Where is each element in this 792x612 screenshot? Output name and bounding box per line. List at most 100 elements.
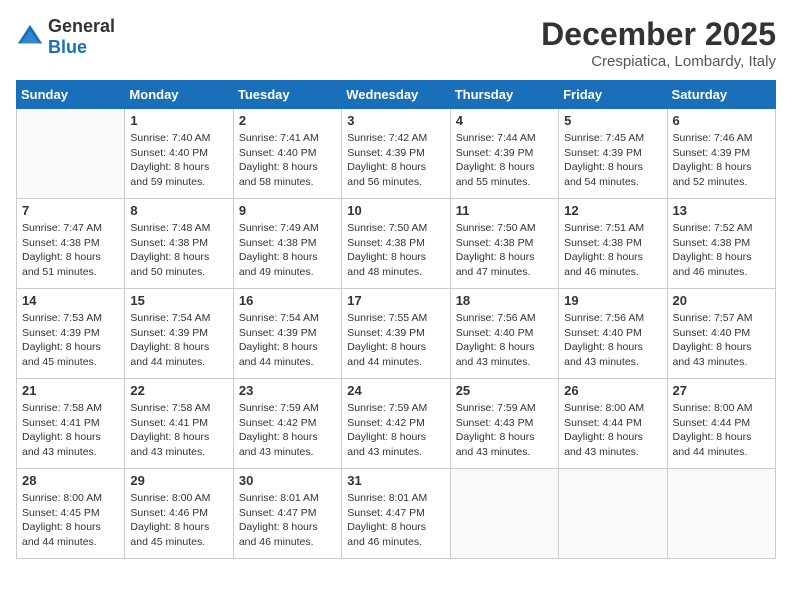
day-info: Sunrise: 7:54 AM Sunset: 4:39 PM Dayligh… [130, 311, 227, 370]
logo-general: General [48, 16, 115, 36]
logo-icon [16, 23, 44, 51]
calendar-cell: 12Sunrise: 7:51 AM Sunset: 4:38 PM Dayli… [559, 199, 667, 289]
calendar-cell [17, 109, 125, 199]
calendar-cell: 6 Sunrise: 7:46 AM Sunset: 4:39 PM Daylig… [667, 109, 775, 199]
day-number: 14 [22, 293, 119, 308]
calendar-cell: 31 Sunrise: 8:01 AM Sunset: 4:47 PM Dayli… [342, 469, 450, 559]
day-info: Sunrise: 7:45 AM Sunset: 4:39 PM Dayligh… [564, 131, 661, 190]
day-number: 15 [130, 293, 227, 308]
calendar-cell: 16 Sunrise: 7:54 AM Sunset: 4:39 PM Dayli… [233, 289, 341, 379]
calendar-cell: 10 Sunrise: 7:50 AM Sunset: 4:38 PM Dayli… [342, 199, 450, 289]
calendar-cell: 13 Sunrise: 7:52 AM Sunset: 4:38 PM Dayli… [667, 199, 775, 289]
calendar-body: 1 Sunrise: 7:40 AM Sunset: 4:40 PM Daylig… [17, 109, 776, 559]
calendar-cell: 20 Sunrise: 7:57 AM Sunset: 4:40 PM Dayli… [667, 289, 775, 379]
day-number: 31 [347, 473, 444, 488]
day-number: 20 [673, 293, 770, 308]
calendar-cell: 17Sunrise: 7:55 AM Sunset: 4:39 PM Dayli… [342, 289, 450, 379]
calendar-header: SundayMondayTuesdayWednesdayThursdayFrid… [17, 81, 776, 109]
day-number: 19 [564, 293, 661, 308]
day-number: 2 [239, 113, 336, 128]
day-number: 4 [456, 113, 553, 128]
day-info: Sunrise: 8:00 AM Sunset: 4:45 PM Dayligh… [22, 491, 119, 550]
day-info: Sunrise: 7:48 AM Sunset: 4:38 PM Dayligh… [130, 221, 227, 280]
week-row-2: 7 Sunrise: 7:47 AM Sunset: 4:38 PM Daylig… [17, 199, 776, 289]
calendar-cell: 26 Sunrise: 8:00 AM Sunset: 4:44 PM Dayli… [559, 379, 667, 469]
day-number: 7 [22, 203, 119, 218]
day-info: Sunrise: 7:47 AM Sunset: 4:38 PM Dayligh… [22, 221, 119, 280]
calendar-cell [667, 469, 775, 559]
day-number: 10 [347, 203, 444, 218]
day-info: Sunrise: 8:00 AM Sunset: 4:44 PM Dayligh… [673, 401, 770, 460]
header-day-sunday: Sunday [17, 81, 125, 109]
header-day-friday: Friday [559, 81, 667, 109]
day-info: Sunrise: 7:56 AM Sunset: 4:40 PM Dayligh… [456, 311, 553, 370]
day-info: Sunrise: 7:44 AM Sunset: 4:39 PM Dayligh… [456, 131, 553, 190]
calendar-cell: 30Sunrise: 8:01 AM Sunset: 4:47 PM Dayli… [233, 469, 341, 559]
day-info: Sunrise: 7:42 AM Sunset: 4:39 PM Dayligh… [347, 131, 444, 190]
calendar-cell: 19 Sunrise: 7:56 AM Sunset: 4:40 PM Dayli… [559, 289, 667, 379]
day-info: Sunrise: 7:55 AM Sunset: 4:39 PM Dayligh… [347, 311, 444, 370]
day-number: 24 [347, 383, 444, 398]
calendar-cell [559, 469, 667, 559]
week-row-3: 14 Sunrise: 7:53 AM Sunset: 4:39 PM Dayli… [17, 289, 776, 379]
day-number: 26 [564, 383, 661, 398]
calendar-cell: 15 Sunrise: 7:54 AM Sunset: 4:39 PM Dayli… [125, 289, 233, 379]
day-info: Sunrise: 7:58 AM Sunset: 4:41 PM Dayligh… [22, 401, 119, 460]
day-info: Sunrise: 7:50 AM Sunset: 4:38 PM Dayligh… [347, 221, 444, 280]
location-title: Crespiatica, Lombardy, Italy [541, 53, 776, 70]
day-number: 6 [673, 113, 770, 128]
week-row-5: 28 Sunrise: 8:00 AM Sunset: 4:45 PM Dayli… [17, 469, 776, 559]
logo-text: General Blue [48, 16, 115, 58]
header-day-tuesday: Tuesday [233, 81, 341, 109]
header-day-wednesday: Wednesday [342, 81, 450, 109]
day-info: Sunrise: 7:56 AM Sunset: 4:40 PM Dayligh… [564, 311, 661, 370]
day-info: Sunrise: 7:57 AM Sunset: 4:40 PM Dayligh… [673, 311, 770, 370]
day-info: Sunrise: 7:54 AM Sunset: 4:39 PM Dayligh… [239, 311, 336, 370]
calendar-cell: 21 Sunrise: 7:58 AM Sunset: 4:41 PM Dayli… [17, 379, 125, 469]
day-info: Sunrise: 8:00 AM Sunset: 4:44 PM Dayligh… [564, 401, 661, 460]
header-day-monday: Monday [125, 81, 233, 109]
calendar-cell: 23Sunrise: 7:59 AM Sunset: 4:42 PM Dayli… [233, 379, 341, 469]
day-number: 1 [130, 113, 227, 128]
day-number: 28 [22, 473, 119, 488]
calendar-cell [450, 469, 558, 559]
day-number: 3 [347, 113, 444, 128]
day-info: Sunrise: 7:46 AM Sunset: 4:39 PM Dayligh… [673, 131, 770, 190]
calendar-cell: 22Sunrise: 7:58 AM Sunset: 4:41 PM Dayli… [125, 379, 233, 469]
calendar-cell: 25Sunrise: 7:59 AM Sunset: 4:43 PM Dayli… [450, 379, 558, 469]
header-row: SundayMondayTuesdayWednesdayThursdayFrid… [17, 81, 776, 109]
month-title: December 2025 [541, 16, 776, 53]
day-info: Sunrise: 7:49 AM Sunset: 4:38 PM Dayligh… [239, 221, 336, 280]
day-info: Sunrise: 7:50 AM Sunset: 4:38 PM Dayligh… [456, 221, 553, 280]
day-number: 21 [22, 383, 119, 398]
day-number: 22 [130, 383, 227, 398]
week-row-1: 1 Sunrise: 7:40 AM Sunset: 4:40 PM Daylig… [17, 109, 776, 199]
calendar-cell: 14 Sunrise: 7:53 AM Sunset: 4:39 PM Dayli… [17, 289, 125, 379]
calendar-cell: 3 Sunrise: 7:42 AM Sunset: 4:39 PM Daylig… [342, 109, 450, 199]
day-number: 11 [456, 203, 553, 218]
day-number: 5 [564, 113, 661, 128]
day-info: Sunrise: 7:40 AM Sunset: 4:40 PM Dayligh… [130, 131, 227, 190]
day-info: Sunrise: 7:52 AM Sunset: 4:38 PM Dayligh… [673, 221, 770, 280]
calendar-cell: 27 Sunrise: 8:00 AM Sunset: 4:44 PM Dayli… [667, 379, 775, 469]
header: General Blue December 2025 Crespiatica, … [16, 16, 776, 70]
calendar-cell: 1 Sunrise: 7:40 AM Sunset: 4:40 PM Daylig… [125, 109, 233, 199]
day-number: 29 [130, 473, 227, 488]
header-day-saturday: Saturday [667, 81, 775, 109]
calendar-cell: 9 Sunrise: 7:49 AM Sunset: 4:38 PM Daylig… [233, 199, 341, 289]
day-number: 13 [673, 203, 770, 218]
day-info: Sunrise: 8:01 AM Sunset: 4:47 PM Dayligh… [347, 491, 444, 550]
day-number: 12 [564, 203, 661, 218]
calendar-cell: 7 Sunrise: 7:47 AM Sunset: 4:38 PM Daylig… [17, 199, 125, 289]
calendar-cell: 5 Sunrise: 7:45 AM Sunset: 4:39 PM Daylig… [559, 109, 667, 199]
calendar-cell: 24 Sunrise: 7:59 AM Sunset: 4:42 PM Dayli… [342, 379, 450, 469]
day-number: 16 [239, 293, 336, 308]
calendar-cell: 28 Sunrise: 8:00 AM Sunset: 4:45 PM Dayli… [17, 469, 125, 559]
day-info: Sunrise: 7:53 AM Sunset: 4:39 PM Dayligh… [22, 311, 119, 370]
day-number: 27 [673, 383, 770, 398]
day-info: Sunrise: 7:59 AM Sunset: 4:42 PM Dayligh… [347, 401, 444, 460]
day-number: 25 [456, 383, 553, 398]
title-area: December 2025 Crespiatica, Lombardy, Ita… [541, 16, 776, 70]
day-number: 9 [239, 203, 336, 218]
calendar-cell: 18Sunrise: 7:56 AM Sunset: 4:40 PM Dayli… [450, 289, 558, 379]
